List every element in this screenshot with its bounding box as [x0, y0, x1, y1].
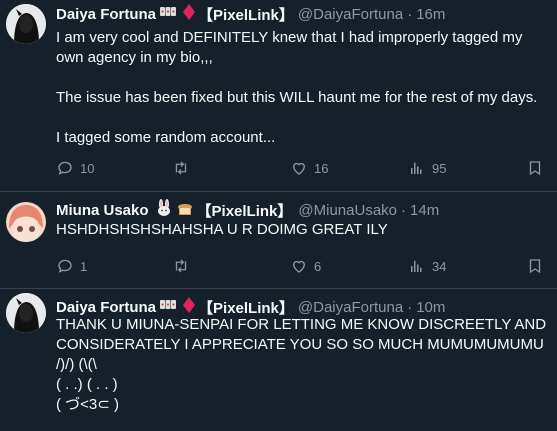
views-icon	[411, 162, 422, 174]
retweet-icon	[175, 259, 187, 273]
avatar[interactable]	[6, 293, 46, 333]
separator: ·	[407, 298, 413, 316]
retweet-button[interactable]	[172, 159, 190, 177]
timestamp[interactable]: 14m	[410, 202, 439, 219]
bread-emoji-icon	[176, 199, 194, 221]
display-name[interactable]: Daiya Fortuna	[56, 299, 156, 316]
handle[interactable]: @MiunaUsako	[298, 202, 397, 219]
reply-count: 1	[80, 258, 88, 274]
action-bar: 1 6 34	[56, 256, 549, 276]
like-icon	[293, 260, 305, 273]
action-bar: 10 16 95	[56, 158, 549, 178]
like-count: 6	[314, 258, 322, 274]
handle[interactable]: @DaiyaFortuna	[298, 6, 403, 23]
agency-tag: 【PixelLink】	[198, 6, 294, 24]
view-count: 34	[432, 258, 447, 274]
separator: ·	[401, 201, 407, 219]
tweet-header: Miuna Usako 【PixelLink】 @MiunaUsako · 14…	[56, 199, 439, 221]
views-button[interactable]: 34	[408, 257, 446, 275]
tweet-text: HSHDHSHSHSHAHSHA U R DOIMG GREAT ILY	[56, 220, 549, 240]
retweet-icon	[175, 161, 187, 175]
tweet[interactable]: Miuna Usako 【PixelLink】 @MiunaUsako · 14…	[0, 192, 557, 289]
bookmark-button[interactable]	[526, 257, 544, 275]
like-count: 16	[314, 160, 329, 176]
tweet-line: I am very cool and DEFINITELY knew that …	[56, 29, 523, 66]
tweet-line: ( . .) ( . . )	[56, 376, 118, 393]
tweet-text: I am very cool and DEFINITELY knew that …	[56, 28, 549, 148]
separator: ·	[407, 5, 413, 23]
views-button[interactable]: 95	[408, 159, 446, 177]
tweet-header: Daiya Fortuna 【PixelLink】 @DaiyaFortuna …	[56, 4, 445, 24]
tweet-line: ( づ<3⊂ )	[56, 396, 119, 413]
tweet-line: HSHDHSHSHSHAHSHA U R DOIMG GREAT ILY	[56, 221, 388, 238]
reply-icon	[58, 161, 72, 175]
bookmark-icon	[529, 161, 541, 176]
timestamp[interactable]: 10m	[416, 299, 445, 316]
reply-icon	[58, 259, 72, 273]
retweet-button[interactable]	[172, 257, 190, 275]
bookmark-icon	[529, 259, 541, 274]
timestamp[interactable]: 16m	[416, 6, 445, 23]
tweet-line: /)/) (\(\	[56, 356, 97, 373]
reply-button[interactable]: 1	[56, 257, 87, 275]
tweet-line: The issue has been fixed but this WILL h…	[56, 89, 538, 106]
tweet[interactable]: Daiya Fortuna 【PixelLink】 @DaiyaFortuna …	[0, 289, 557, 431]
diamond-emoji-icon	[183, 297, 196, 317]
views-icon	[411, 260, 422, 272]
tweet-header: Daiya Fortuna 【PixelLink】 @DaiyaFortuna …	[56, 297, 445, 317]
avatar[interactable]	[6, 4, 46, 44]
bookmark-button[interactable]	[526, 159, 544, 177]
like-button[interactable]: 16	[290, 159, 328, 177]
tweet-line: THANK U MIUNA-SENPAI FOR LETTING ME KNOW…	[56, 316, 547, 353]
avatar[interactable]	[6, 202, 46, 242]
dice-emoji-icon	[159, 298, 177, 316]
tweet[interactable]: Daiya Fortuna 【PixelLink】 @DaiyaFortuna …	[0, 0, 557, 192]
dice-emoji-icon	[159, 5, 177, 23]
like-button[interactable]: 6	[290, 257, 321, 275]
handle[interactable]: @DaiyaFortuna	[298, 299, 403, 316]
display-name[interactable]: Daiya Fortuna	[56, 6, 156, 23]
tweet-line: I tagged some random account...	[56, 129, 276, 146]
rabbit-emoji-icon	[155, 199, 173, 221]
display-name[interactable]: Miuna Usako	[56, 202, 149, 219]
reply-button[interactable]: 10	[56, 159, 94, 177]
agency-tag: 【PixelLink】	[196, 202, 293, 220]
reply-count: 10	[80, 160, 95, 176]
diamond-emoji-icon	[183, 4, 196, 24]
like-icon	[293, 162, 305, 175]
view-count: 95	[432, 160, 447, 176]
tweet-text: THANK U MIUNA-SENPAI FOR LETTING ME KNOW…	[56, 315, 549, 415]
